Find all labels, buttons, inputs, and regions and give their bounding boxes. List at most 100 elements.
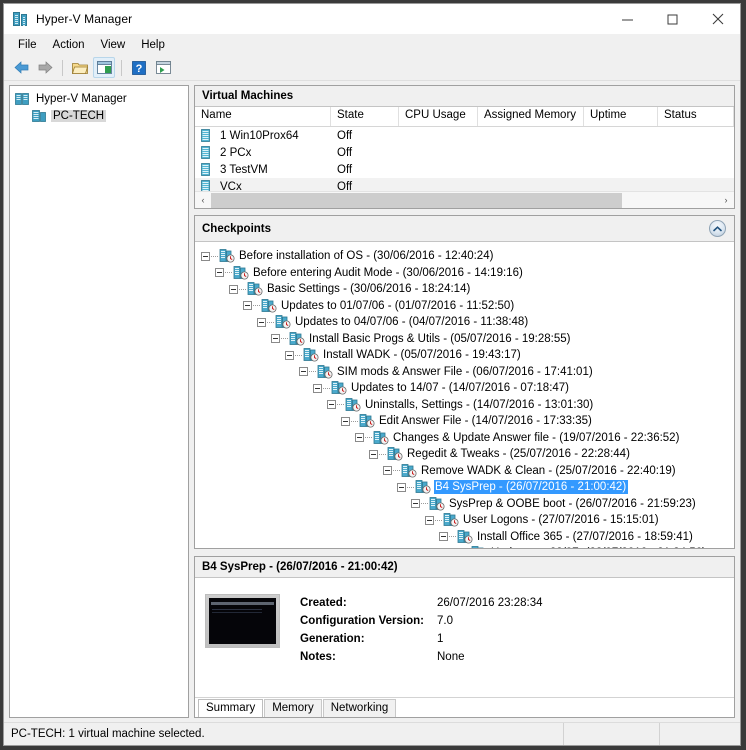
checkpoint-label: Changes & Update Answer file - (19/07/20… [393, 431, 680, 444]
menu-view[interactable]: View [93, 37, 134, 53]
tree-expander-collapse-icon[interactable] [411, 499, 420, 509]
checkpoint-tree-item[interactable]: Regedit & Tweaks - (25/07/2016 - 22:28:4… [201, 446, 734, 463]
tree-connector [295, 354, 302, 356]
checkpoints-title: Checkpoints [202, 222, 272, 235]
checkpoint-label: Regedit & Tweaks - (25/07/2016 - 22:28:4… [407, 448, 630, 461]
scroll-right-arrow-icon[interactable]: › [718, 193, 734, 208]
tab-summary[interactable]: Summary [198, 699, 264, 717]
window-controls [605, 4, 740, 34]
tree-expander-collapse-icon[interactable] [369, 449, 378, 459]
checkpoint-tree-item[interactable]: Remove WADK & Clean - (25/07/2016 - 22:4… [201, 463, 734, 480]
checkpoint-tree-item[interactable]: Before entering Audit Mode - (30/06/2016… [201, 265, 734, 282]
checkpoint-tree-item[interactable]: Updates to 01/07/06 - (01/07/2016 - 11:5… [201, 298, 734, 315]
table-row[interactable]: VCx Off [195, 178, 734, 191]
vm-name: 1 Win10Prox64 [220, 129, 299, 142]
column-header-assigned-memory[interactable]: Assigned Memory [478, 107, 584, 126]
tree-expander-collapse-icon[interactable] [327, 400, 336, 410]
checkpoint-tree-item[interactable]: Updates to 28/07- (28/07/2016 - 21:34:56… [201, 545, 734, 548]
console-tree-item-pc-tech[interactable]: PC-TECH [15, 107, 188, 124]
forward-button[interactable] [34, 57, 56, 78]
tree-expander-collapse-icon[interactable] [257, 317, 266, 327]
checkpoint-label: Remove WADK & Clean - (25/07/2016 - 22:4… [421, 464, 676, 477]
details-labels: Created: Configuration Version: Generati… [300, 594, 437, 697]
checkpoints-tree: Before installation of OS - (30/06/2016 … [195, 242, 734, 548]
checkpoint-tree-item[interactable]: SysPrep & OOBE boot - (26/07/2016 - 21:5… [201, 496, 734, 513]
checkpoint-label: Edit Answer File - (14/07/2016 - 17:33:3… [379, 415, 592, 428]
tree-expander-collapse-icon[interactable] [299, 367, 308, 377]
menu-action[interactable]: Action [45, 37, 93, 53]
checkpoint-icon [359, 414, 375, 428]
tree-connector [337, 404, 344, 406]
folder-icon-button[interactable] [69, 57, 91, 78]
checkpoint-tree-item[interactable]: SIM mods & Answer File - (06/07/2016 - 1… [201, 364, 734, 381]
back-button[interactable] [10, 57, 32, 78]
checkpoint-label: SysPrep & OOBE boot - (26/07/2016 - 21:5… [449, 497, 696, 510]
label-generation: Generation: [300, 633, 365, 645]
column-header-cpu-usage[interactable]: CPU Usage [399, 107, 478, 126]
table-row[interactable]: 1 Win10Prox64 Off [195, 127, 734, 144]
checkpoint-tree-item[interactable]: User Logons - (27/07/2016 - 15:15:01) [201, 512, 734, 529]
minimize-button[interactable] [605, 4, 650, 34]
checkpoint-icon [471, 546, 487, 548]
checkpoint-tree-item[interactable]: Uninstalls, Settings - (14/07/2016 - 13:… [201, 397, 734, 414]
action-pane-button[interactable] [93, 57, 115, 78]
console-tree-root[interactable]: Hyper-V Manager [15, 90, 188, 107]
menu-file[interactable]: File [10, 37, 45, 53]
collapse-chevron-up-icon[interactable] [709, 220, 726, 237]
tree-expander-collapse-icon[interactable] [285, 350, 294, 360]
scroll-left-arrow-icon[interactable]: ‹ [195, 193, 211, 208]
tree-expander-collapse-icon[interactable] [313, 383, 322, 393]
close-button[interactable] [695, 4, 740, 34]
checkpoint-tree-item[interactable]: Changes & Update Answer file - (19/07/20… [201, 430, 734, 447]
column-header-name[interactable]: Name [195, 107, 331, 126]
vm-state: Off [337, 163, 353, 176]
checkpoint-details-panel: B4 SysPrep - (26/07/2016 - 21:00:42) Cre… [194, 556, 735, 718]
column-header-status[interactable]: Status [658, 107, 734, 126]
table-row[interactable]: 3 TestVM Off [195, 161, 734, 178]
checkpoint-tree-item[interactable]: B4 SysPrep - (26/07/2016 - 21:00:42) [201, 479, 734, 496]
checkpoint-tree-item[interactable]: Basic Settings - (30/06/2016 - 18:24:14) [201, 281, 734, 298]
tree-connector [253, 305, 260, 307]
menu-help[interactable]: Help [133, 37, 173, 53]
tree-expander-collapse-icon[interactable] [439, 532, 448, 542]
vm-state: Off [337, 146, 353, 159]
tree-expander-collapse-icon[interactable] [397, 482, 406, 492]
column-header-state[interactable]: State [331, 107, 399, 126]
checkpoint-tree-item[interactable]: Updates to 04/07/06 - (04/07/2016 - 11:3… [201, 314, 734, 331]
checkpoint-tree-item[interactable]: Install Office 365 - (27/07/2016 - 18:59… [201, 529, 734, 546]
value-generation: 1 [437, 633, 444, 645]
tree-expander-collapse-icon[interactable] [215, 268, 224, 278]
tab-memory[interactable]: Memory [264, 699, 322, 717]
tree-connector [225, 272, 232, 274]
checkpoint-tree-item[interactable]: Install WADK - (05/07/2016 - 19:43:17) [201, 347, 734, 364]
vm-horizontal-scrollbar[interactable]: ‹ › [195, 191, 734, 208]
tree-expander-collapse-icon[interactable] [201, 251, 210, 261]
tree-expander-collapse-icon[interactable] [341, 416, 350, 426]
scrollbar-track[interactable] [211, 192, 718, 208]
table-row[interactable]: 2 PCx Off [195, 144, 734, 161]
window-list-button[interactable] [152, 57, 174, 78]
tree-expander-collapse-icon[interactable] [355, 433, 364, 443]
checkpoint-tree-item[interactable]: Before installation of OS - (30/06/2016 … [201, 248, 734, 265]
tree-expander-collapse-icon[interactable] [271, 334, 280, 344]
tree-expander-collapse-icon[interactable] [243, 301, 252, 311]
help-button[interactable]: ? [128, 57, 150, 78]
tree-expander-collapse-icon[interactable] [229, 284, 238, 294]
checkpoint-tree-item[interactable]: Edit Answer File - (14/07/2016 - 17:33:3… [201, 413, 734, 430]
status-bar-section-2 [564, 723, 659, 745]
maximize-button[interactable] [650, 4, 695, 34]
tree-expander-collapse-icon[interactable] [425, 515, 434, 525]
checkpoint-icon [317, 364, 333, 379]
column-header-uptime[interactable]: Uptime [584, 107, 658, 126]
vm-name: 3 TestVM [220, 163, 268, 176]
tab-networking[interactable]: Networking [322, 699, 397, 717]
checkpoint-tree-item[interactable]: Updates to 14/07 - (14/07/2016 - 07:18:4… [201, 380, 734, 397]
scrollbar-thumb[interactable] [211, 192, 622, 208]
details-fields: Created: Configuration Version: Generati… [300, 594, 734, 697]
checkpoint-label: Updates to 04/07/06 - (04/07/2016 - 11:3… [295, 316, 529, 329]
checkpoint-icon [261, 298, 277, 313]
tree-connector [211, 255, 218, 257]
tree-expander-collapse-icon[interactable] [383, 466, 392, 476]
checkpoint-tree-item[interactable]: Install Basic Progs & Utils - (05/07/201… [201, 331, 734, 348]
checkpoint-label: Basic Settings - (30/06/2016 - 18:24:14) [267, 283, 471, 296]
